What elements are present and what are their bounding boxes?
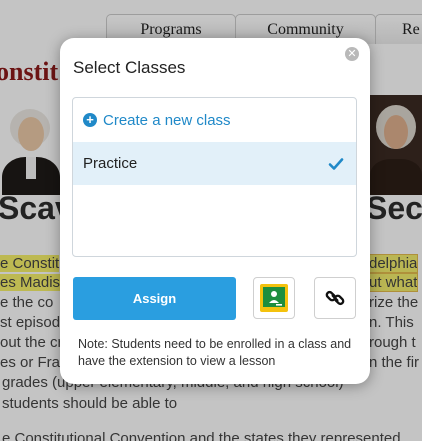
create-class-label: Create a new class <box>103 111 231 129</box>
class-item-label: Practice <box>83 155 138 172</box>
enrollment-note: Note: Students need to be enrolled in a … <box>78 337 352 368</box>
assign-button[interactable]: Assign <box>73 277 236 320</box>
close-icon[interactable]: ✕ <box>345 47 359 61</box>
checkmark-icon <box>328 157 344 170</box>
copy-link-button[interactable] <box>314 277 356 319</box>
dialog-title: Select Classes <box>73 58 186 77</box>
google-classroom-button[interactable] <box>253 277 295 319</box>
select-classes-dialog: Select Classes ✕ + Create a new class Pr… <box>60 38 370 384</box>
class-list: + Create a new class Practice <box>72 97 357 257</box>
class-item-practice[interactable]: Practice <box>73 142 356 185</box>
google-classroom-icon <box>260 284 288 312</box>
link-icon <box>325 290 345 306</box>
create-class-button[interactable]: + Create a new class <box>73 98 356 142</box>
plus-circle-icon: + <box>83 113 97 127</box>
